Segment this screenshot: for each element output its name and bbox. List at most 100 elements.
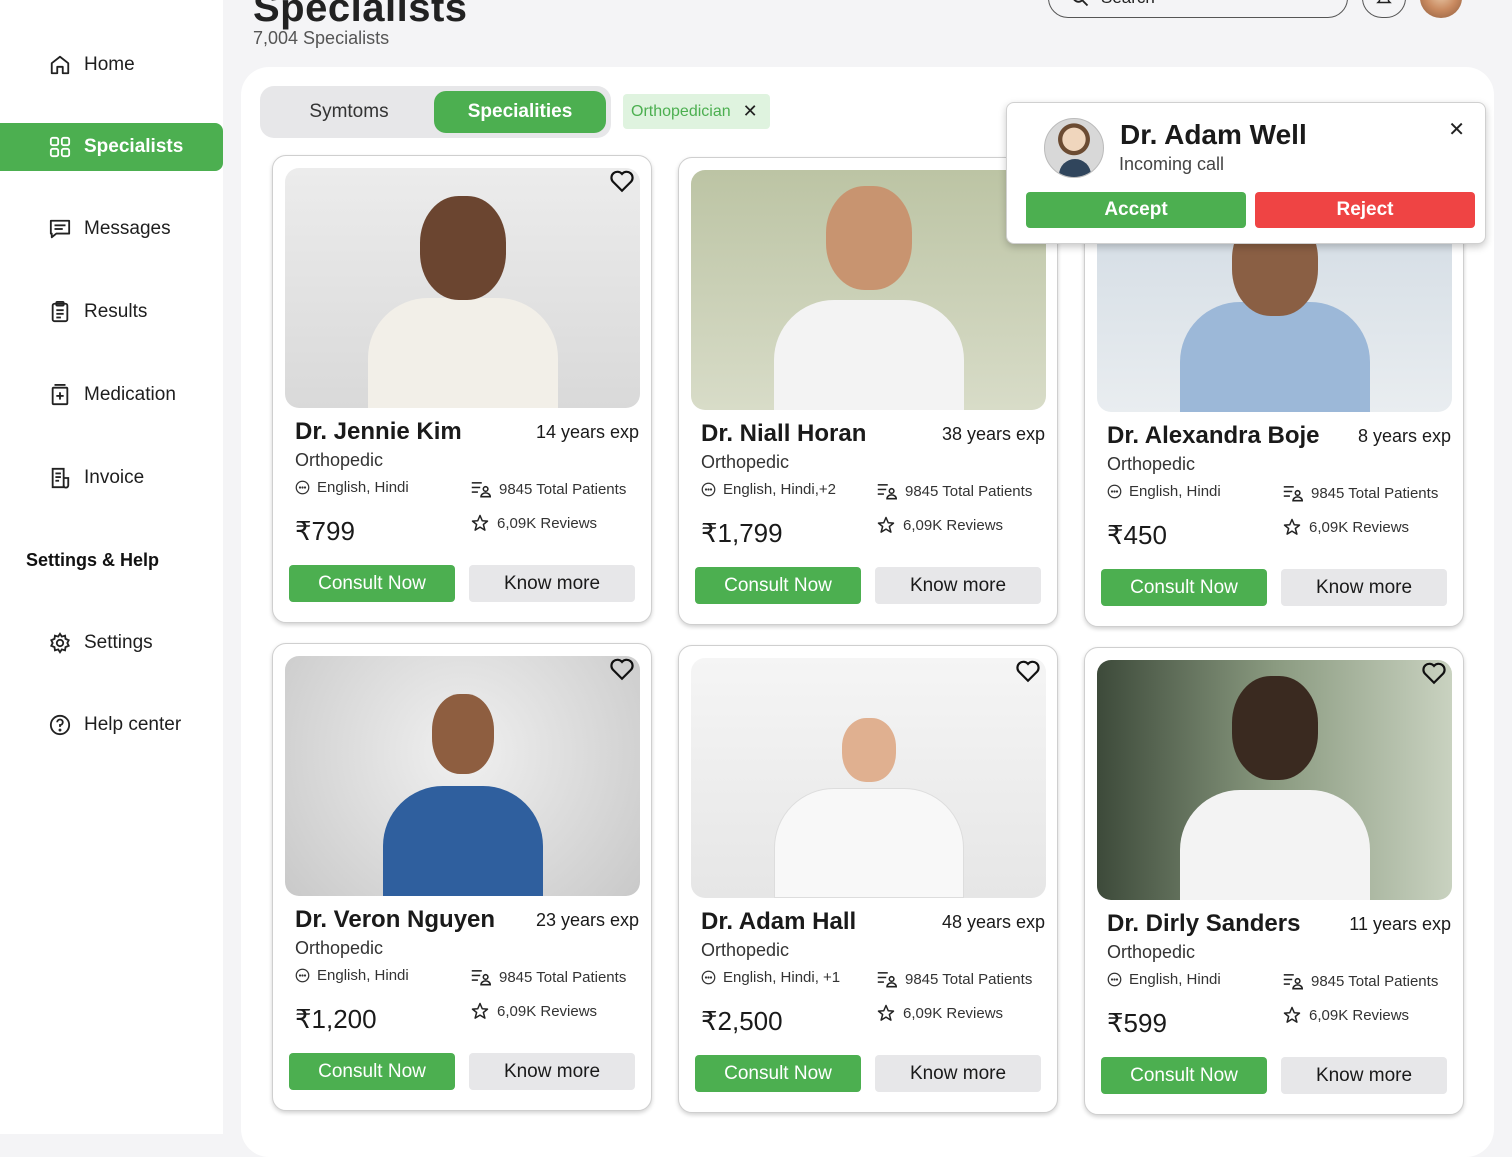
doctor-languages: English, Hindi bbox=[295, 967, 409, 984]
doctor-specialty: Orthopedic bbox=[1107, 942, 1196, 962]
doctor-card: Dr. Adam Hall 48 years exp Orthopedic En… bbox=[678, 645, 1058, 1113]
clipboard-icon bbox=[48, 300, 72, 324]
sidebar-item-label: Messages bbox=[84, 218, 171, 239]
know-more-button[interactable]: Know more bbox=[875, 567, 1041, 604]
doctor-patients: 9845 Total Patients bbox=[877, 970, 1032, 988]
doctor-price: ₹450 bbox=[1107, 520, 1167, 550]
doctor-reviews-text: 6,09K Reviews bbox=[1309, 1006, 1410, 1024]
doctor-reviews: 6,09K Reviews bbox=[471, 514, 597, 532]
heart-icon[interactable] bbox=[1421, 660, 1447, 686]
doctor-name: Dr. Adam Hall bbox=[701, 908, 857, 935]
sidebar-item-settings[interactable]: Settings bbox=[0, 619, 223, 667]
doctor-name: Dr. Jennie Kim bbox=[295, 418, 462, 445]
doctor-languages: English, Hindi,+2 bbox=[701, 481, 836, 498]
doctor-patients-text: 9845 Total Patients bbox=[499, 968, 627, 986]
doctor-languages: English, Hindi bbox=[1107, 483, 1221, 500]
doctor-experience: 14 years exp bbox=[535, 422, 639, 442]
chat-icon bbox=[1107, 972, 1122, 987]
consult-now-button[interactable]: Consult Now bbox=[1101, 569, 1267, 606]
doctor-photo bbox=[691, 658, 1046, 898]
filter-chip: Orthopedician ✕ bbox=[623, 94, 770, 129]
sidebar: Home Specialists Messages Results Medica… bbox=[0, 0, 223, 1134]
star-icon bbox=[877, 1004, 895, 1021]
sidebar-item-label: Results bbox=[84, 301, 148, 322]
page-title: Specialists bbox=[253, 0, 468, 30]
filter-tabs: Symtoms Specialities bbox=[260, 86, 611, 138]
close-icon[interactable]: ✕ bbox=[1448, 117, 1465, 142]
sidebar-item-label: Medication bbox=[84, 384, 176, 405]
chat-icon bbox=[701, 970, 716, 985]
sidebar-item-invoice[interactable]: Invoice bbox=[0, 454, 223, 502]
doctor-name: Dr. Niall Horan bbox=[701, 420, 867, 447]
search-placeholder: Search bbox=[1101, 0, 1155, 8]
sidebar-item-messages[interactable]: Messages bbox=[0, 205, 223, 253]
doctor-languages: English, Hindi bbox=[295, 479, 409, 496]
doctor-reviews-text: 6,09K Reviews bbox=[903, 516, 1004, 534]
grid-icon bbox=[48, 135, 72, 159]
doctor-specialty: Orthopedic bbox=[295, 938, 384, 958]
consult-now-button[interactable]: Consult Now bbox=[1101, 1057, 1267, 1094]
chat-icon bbox=[1107, 484, 1122, 499]
caller-avatar bbox=[1044, 118, 1104, 178]
doctor-experience: 48 years exp bbox=[941, 912, 1045, 932]
close-icon[interactable]: ✕ bbox=[743, 101, 758, 122]
consult-now-button[interactable]: Consult Now bbox=[695, 567, 861, 604]
bell-icon bbox=[1376, 0, 1392, 4]
sidebar-item-label: Invoice bbox=[84, 467, 145, 488]
doctor-reviews: 6,09K Reviews bbox=[877, 1004, 1003, 1022]
notification-button[interactable] bbox=[1362, 0, 1406, 18]
search-input[interactable]: Search bbox=[1048, 0, 1348, 18]
home-icon bbox=[48, 53, 72, 77]
gear-icon bbox=[48, 631, 72, 655]
tab-specialities[interactable]: Specialities bbox=[434, 91, 606, 133]
consult-now-button[interactable]: Consult Now bbox=[289, 565, 455, 602]
doctor-card: Dr. Veron Nguyen 23 years exp Orthopedic… bbox=[272, 643, 652, 1111]
heart-icon[interactable] bbox=[609, 656, 635, 682]
help-icon bbox=[48, 713, 72, 737]
sidebar-item-label: Settings bbox=[84, 632, 153, 653]
sidebar-item-home[interactable]: Home bbox=[0, 41, 223, 89]
doctor-patients: 9845 Total Patients bbox=[1283, 972, 1438, 990]
know-more-button[interactable]: Know more bbox=[1281, 1057, 1447, 1094]
patients-icon bbox=[471, 482, 491, 498]
doctor-card: Dr. Jennie Kim 14 years exp Orthopedic E… bbox=[272, 155, 652, 623]
doctor-price: ₹1,799 bbox=[701, 518, 783, 548]
doctor-reviews-text: 6,09K Reviews bbox=[497, 1002, 598, 1020]
consult-now-button[interactable]: Consult Now bbox=[695, 1055, 861, 1092]
incoming-call-popup: Dr. Adam Well Incoming call ✕ Accept Rej… bbox=[1006, 102, 1486, 244]
doctor-reviews-text: 6,09K Reviews bbox=[903, 1004, 1004, 1022]
doctor-price: ₹599 bbox=[1107, 1008, 1167, 1038]
doctor-name: Dr. Dirly Sanders bbox=[1107, 910, 1301, 937]
sidebar-item-results[interactable]: Results bbox=[0, 288, 223, 336]
tab-symtoms[interactable]: Symtoms bbox=[266, 91, 432, 133]
accept-button[interactable]: Accept bbox=[1026, 192, 1246, 228]
medication-icon bbox=[48, 383, 72, 407]
know-more-button[interactable]: Know more bbox=[469, 1053, 635, 1090]
sidebar-item-help-center[interactable]: Help center bbox=[0, 701, 223, 749]
user-avatar[interactable] bbox=[1420, 0, 1462, 18]
doctor-languages-text: English, Hindi bbox=[317, 479, 409, 496]
doctor-languages-text: English, Hindi, +1 bbox=[723, 969, 841, 986]
know-more-button[interactable]: Know more bbox=[1281, 569, 1447, 606]
heart-icon[interactable] bbox=[609, 168, 635, 194]
chat-icon bbox=[701, 482, 716, 497]
know-more-button[interactable]: Know more bbox=[469, 565, 635, 602]
heart-icon[interactable] bbox=[1015, 658, 1041, 684]
doctor-reviews: 6,09K Reviews bbox=[1283, 518, 1409, 536]
doctor-card: Dr. Niall Horan 38 years exp Orthopedic … bbox=[678, 157, 1058, 625]
star-icon bbox=[471, 1002, 489, 1019]
doctor-patients-text: 9845 Total Patients bbox=[1311, 972, 1439, 990]
sidebar-item-medication[interactable]: Medication bbox=[0, 371, 223, 419]
reject-button[interactable]: Reject bbox=[1255, 192, 1475, 228]
know-more-button[interactable]: Know more bbox=[875, 1055, 1041, 1092]
doctor-reviews-text: 6,09K Reviews bbox=[1309, 518, 1410, 536]
consult-now-button[interactable]: Consult Now bbox=[289, 1053, 455, 1090]
doctor-languages-text: English, Hindi bbox=[1129, 971, 1221, 988]
caller-name: Dr. Adam Well bbox=[1120, 119, 1307, 150]
chat-icon bbox=[295, 968, 310, 983]
doctor-reviews: 6,09K Reviews bbox=[877, 516, 1003, 534]
sidebar-item-specialists[interactable]: Specialists bbox=[0, 123, 223, 171]
search-icon bbox=[1073, 0, 1089, 7]
doctor-reviews-text: 6,09K Reviews bbox=[497, 514, 598, 532]
page-subtitle: 7,004 Specialists bbox=[253, 28, 390, 48]
